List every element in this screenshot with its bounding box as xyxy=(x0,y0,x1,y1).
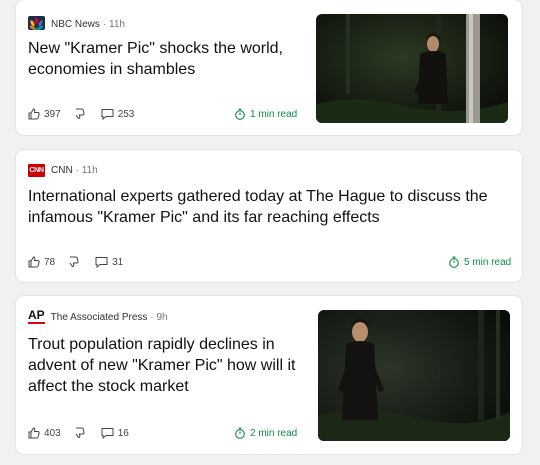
action-bar: 397 253 xyxy=(28,108,146,120)
news-card-nbc[interactable]: NBC News · 11h New "Kramer Pic" shocks t… xyxy=(16,0,522,135)
thumbs-down-icon xyxy=(69,256,79,268)
comment-button[interactable]: 16 xyxy=(101,427,129,439)
like-button[interactable]: 403 xyxy=(28,427,61,439)
thumbs-down-icon xyxy=(75,427,85,439)
dislike-button[interactable] xyxy=(73,427,89,439)
dislike-button[interactable] xyxy=(67,256,83,268)
stopwatch-icon xyxy=(449,256,459,268)
comment-button[interactable]: 253 xyxy=(101,108,135,120)
read-time: 1 min read xyxy=(234,108,297,120)
comment-icon xyxy=(101,428,114,439)
headline[interactable]: International experts gathered today at … xyxy=(28,186,498,228)
ap-logo-icon: AP xyxy=(28,308,45,324)
read-time: 2 min read xyxy=(234,427,297,439)
like-count: 403 xyxy=(44,427,61,439)
headline[interactable]: Trout population rapidly declines in adv… xyxy=(28,334,303,397)
action-bar: 403 16 xyxy=(28,427,141,439)
news-card-cnn[interactable]: CNN CNN · 11h International experts gath… xyxy=(16,150,522,282)
article-thumbnail[interactable] xyxy=(318,310,510,441)
timestamp: 11h xyxy=(109,19,125,30)
source-line: CNN CNN · 11h xyxy=(28,164,98,177)
like-button[interactable]: 397 xyxy=(28,108,61,120)
comment-count: 253 xyxy=(117,108,135,120)
comment-icon xyxy=(95,257,108,268)
thumbs-up-icon xyxy=(28,108,40,120)
stopwatch-icon xyxy=(235,108,245,120)
thumbs-up-icon xyxy=(28,427,40,439)
action-bar: 78 31 xyxy=(28,256,135,268)
thumbs-up-icon xyxy=(28,256,40,268)
article-thumbnail[interactable] xyxy=(316,14,508,123)
source-name[interactable]: The Associated Press xyxy=(51,312,148,323)
comment-count: 31 xyxy=(112,256,124,268)
comment-button[interactable]: 31 xyxy=(95,256,123,268)
source-line: AP The Associated Press · 9h xyxy=(28,308,168,324)
comment-count: 16 xyxy=(117,427,129,439)
timestamp: 11h xyxy=(81,165,98,176)
timestamp: 9h xyxy=(156,311,168,323)
cnn-logo-icon: CNN xyxy=(28,164,45,177)
nbc-logo-icon xyxy=(28,16,45,33)
thumbs-down-icon xyxy=(75,108,85,120)
read-time: 5 min read xyxy=(448,256,511,268)
like-count: 78 xyxy=(44,256,56,268)
like-button[interactable]: 78 xyxy=(28,256,55,268)
like-count: 397 xyxy=(44,108,61,120)
source-name[interactable]: CNN xyxy=(51,165,73,176)
comment-icon xyxy=(101,109,114,120)
source-name[interactable]: NBC News xyxy=(51,19,100,30)
stopwatch-icon xyxy=(235,427,245,439)
dislike-button[interactable] xyxy=(73,108,89,120)
headline[interactable]: New "Kramer Pic" shocks the world, econo… xyxy=(28,38,298,80)
news-card-ap[interactable]: AP The Associated Press · 9h Trout popul… xyxy=(16,296,522,454)
source-line: NBC News · 11h xyxy=(28,16,125,33)
